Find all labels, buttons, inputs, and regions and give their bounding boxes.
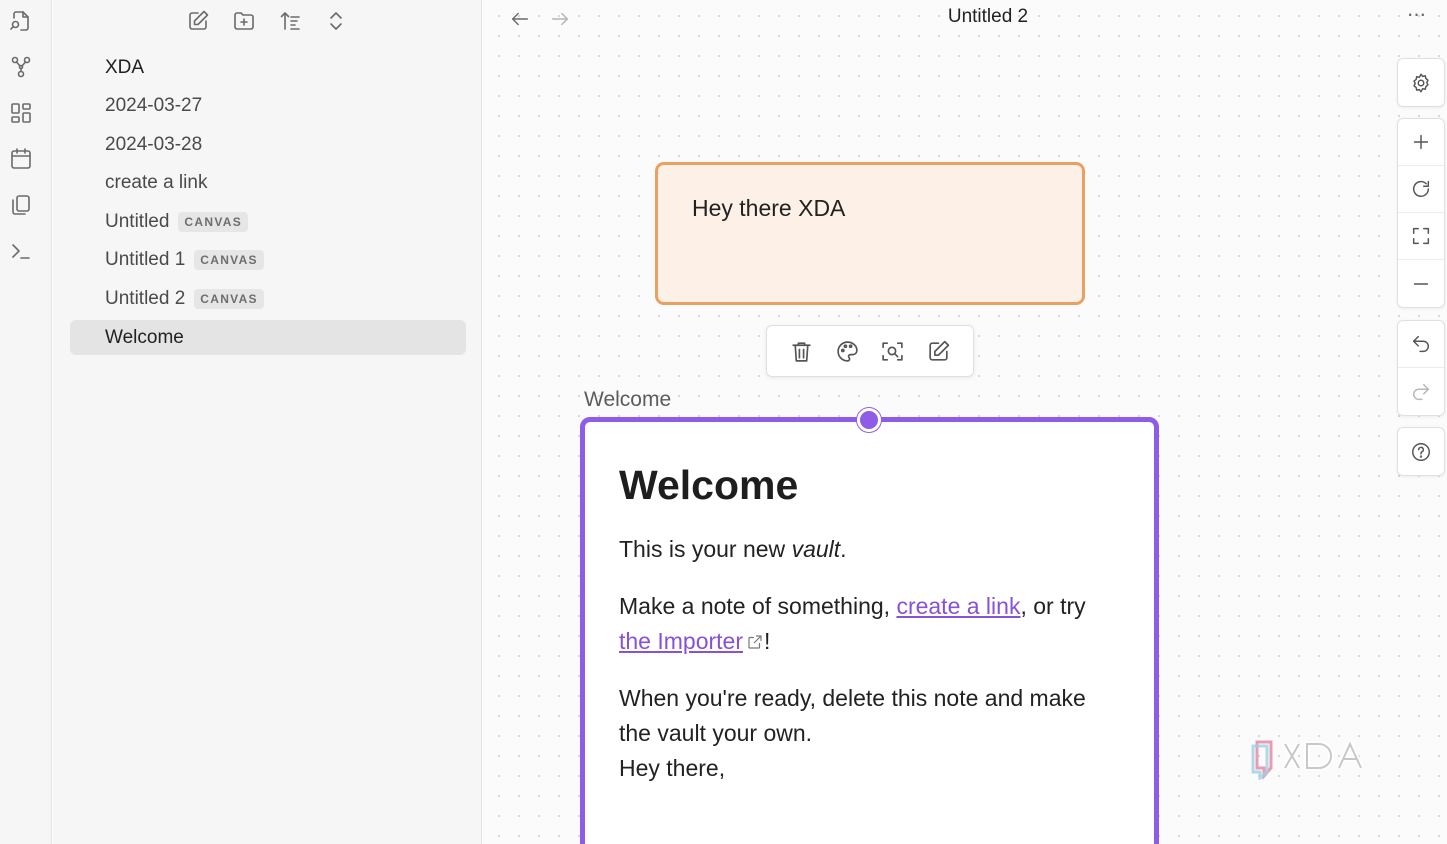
canvas-tag: CANVAS xyxy=(194,289,264,310)
file-item[interactable]: Untitled CANVAS xyxy=(70,204,466,239)
explorer-toolbar xyxy=(185,6,349,36)
help-icon[interactable] xyxy=(1398,428,1444,475)
new-note-icon[interactable] xyxy=(185,6,211,36)
files-search-icon[interactable] xyxy=(8,8,34,34)
card-toolbar xyxy=(766,325,974,377)
zoom-in-icon[interactable] xyxy=(1398,119,1444,166)
file-card-welcome[interactable]: Welcome This is your new vault. Make a n… xyxy=(580,417,1159,844)
importer-link[interactable]: the Importer xyxy=(619,628,743,654)
terminal-icon[interactable] xyxy=(8,238,34,264)
back-arrow-icon[interactable] xyxy=(507,6,533,32)
canvas-tag: CANVAS xyxy=(194,250,264,271)
fit-screen-icon[interactable] xyxy=(1398,213,1444,260)
trash-icon[interactable] xyxy=(787,336,817,366)
zoom-out-icon[interactable] xyxy=(1398,260,1444,307)
sort-icon[interactable] xyxy=(277,6,303,36)
forward-arrow-icon[interactable] xyxy=(547,6,573,32)
calendar-icon[interactable] xyxy=(8,146,34,172)
page-title: Untitled 2 xyxy=(947,6,1029,27)
connection-handle[interactable] xyxy=(857,408,881,432)
text-card[interactable]: Hey there XDA xyxy=(655,162,1085,305)
file-item[interactable]: Untitled 2 CANVAS xyxy=(70,282,466,317)
reset-zoom-icon[interactable] xyxy=(1398,166,1444,213)
text-card-content: Hey there XDA xyxy=(692,195,846,221)
canvas-view[interactable]: Untitled 2 ··· Hey there XDA Welcome Wel… xyxy=(483,0,1447,844)
redo-icon[interactable] xyxy=(1398,368,1444,415)
vault-root[interactable]: XDA xyxy=(70,50,466,85)
canvas-tag: CANVAS xyxy=(178,211,249,232)
card-paragraph-2: Make a note of something, create a link,… xyxy=(619,593,1086,654)
canvas-grid-icon[interactable] xyxy=(8,100,34,126)
card-paragraph-1: This is your new vault. xyxy=(619,536,847,562)
history-control-group xyxy=(1397,320,1445,416)
card-heading: Welcome xyxy=(619,462,799,508)
file-item-active[interactable]: Welcome xyxy=(70,320,466,356)
card-paragraph-3: When you're ready, delete this note and … xyxy=(619,685,1086,781)
file-item[interactable]: 2024-03-27 xyxy=(70,89,466,124)
file-label: Untitled 2 xyxy=(105,288,186,310)
graph-icon[interactable] xyxy=(8,54,34,80)
edit-icon[interactable] xyxy=(923,336,953,366)
settings-control-group xyxy=(1397,58,1445,107)
file-label: Welcome xyxy=(105,326,184,348)
vault-name: XDA xyxy=(105,56,145,78)
external-link-icon xyxy=(746,626,764,649)
file-tree: XDA 2024-03-27 2024-03-28 create a link … xyxy=(70,50,466,359)
file-explorer: XDA 2024-03-27 2024-03-28 create a link … xyxy=(53,0,482,844)
xda-watermark-logo xyxy=(1251,738,1364,780)
left-ribbon xyxy=(0,0,52,844)
zoom-to-card-icon[interactable] xyxy=(878,336,908,366)
file-label: Untitled 1 xyxy=(105,249,186,271)
settings-icon[interactable] xyxy=(1398,59,1444,106)
zoom-control-group xyxy=(1397,118,1445,308)
undo-icon[interactable] xyxy=(1398,321,1444,368)
file-card-label: Welcome xyxy=(584,388,672,411)
collapse-icon[interactable] xyxy=(323,6,349,36)
file-label: 2024-03-28 xyxy=(105,133,203,155)
file-item[interactable]: 2024-03-28 xyxy=(70,127,466,162)
more-options-icon[interactable]: ··· xyxy=(1401,3,1431,32)
copy-pages-icon[interactable] xyxy=(8,192,34,218)
new-folder-icon[interactable] xyxy=(231,6,257,36)
create-link-link[interactable]: create a link xyxy=(896,593,1020,619)
file-label: create a link xyxy=(105,172,208,194)
file-label: Untitled xyxy=(105,210,170,232)
palette-icon[interactable] xyxy=(832,336,862,366)
help-control-group xyxy=(1397,427,1445,476)
file-item[interactable]: Untitled 1 CANVAS xyxy=(70,243,466,278)
file-item[interactable]: create a link xyxy=(70,166,466,201)
file-label: 2024-03-27 xyxy=(105,95,203,117)
